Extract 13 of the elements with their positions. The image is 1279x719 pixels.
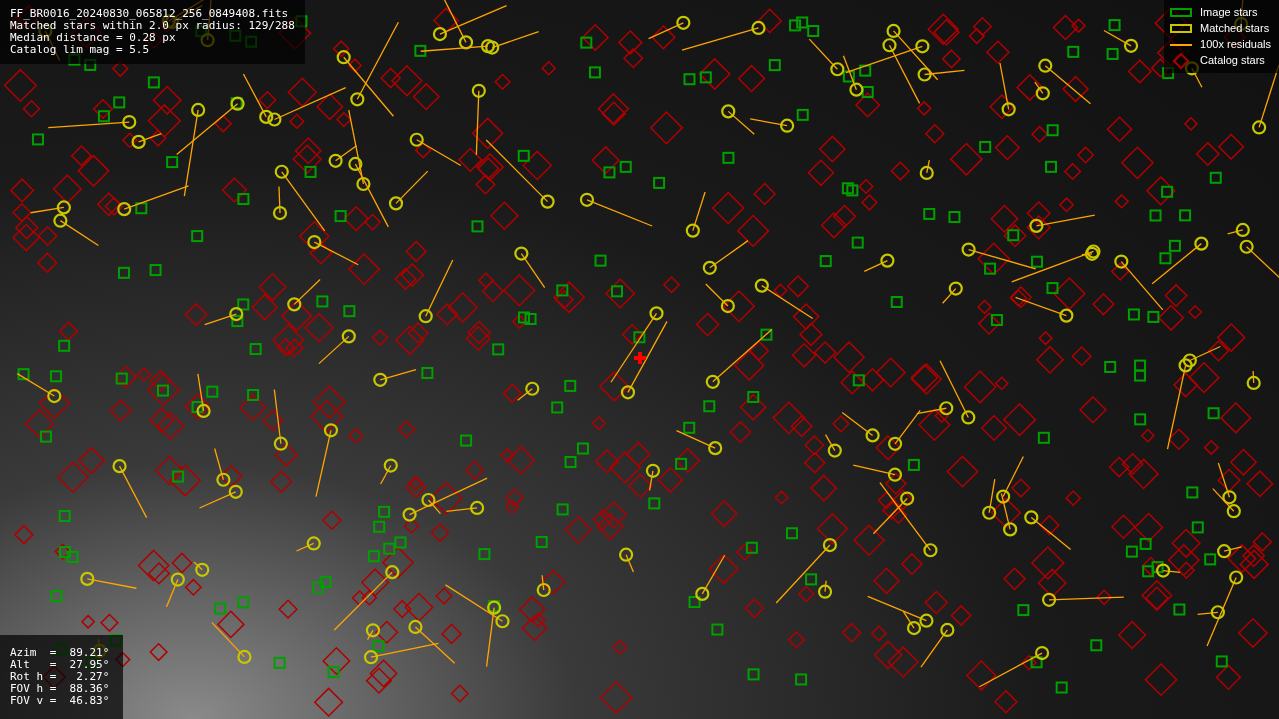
pointing-text: FOV v = 46.83° — [10, 695, 110, 707]
info-text: Matched stars within 2.0 px radius: 129/288 — [10, 20, 295, 32]
info-text: Catalog lim mag = 5.5 — [10, 44, 151, 56]
pointing-text: Azim = 89.21° — [10, 647, 110, 659]
legend-label: Catalog stars — [1200, 53, 1265, 69]
info-text: Median distance = 0.28 px — [10, 32, 177, 44]
legend-label: Matched stars — [1200, 21, 1270, 37]
pointing-text: FOV h = 88.36° — [10, 683, 110, 695]
pointing-text: Alt = 27.95° — [10, 659, 110, 671]
legend-label: Image stars — [1200, 5, 1258, 21]
legend-label: 100x residuals — [1200, 37, 1271, 53]
info-text: FF_BR0016_20240830_065812_256_0849408.fits — [10, 8, 290, 20]
pointing-text: Rot h = 2.27° — [10, 671, 110, 683]
